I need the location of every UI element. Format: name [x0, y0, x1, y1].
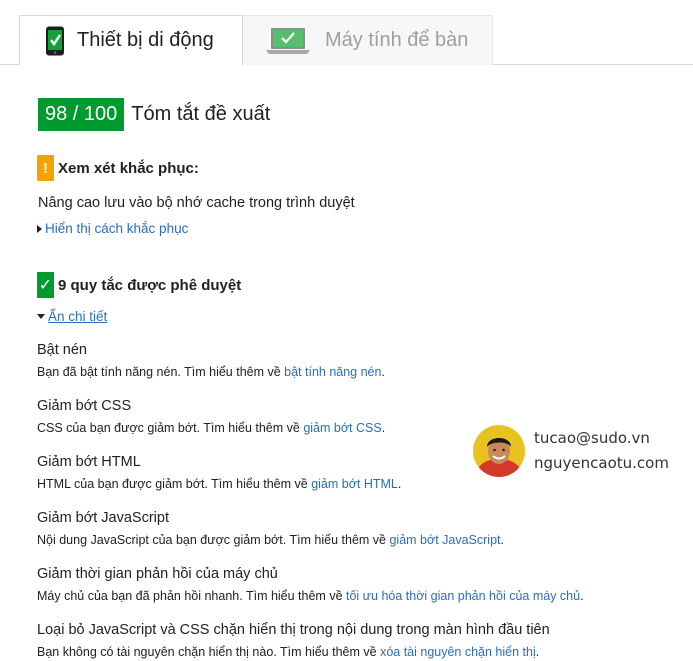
consider-fixing-label: Xem xét khắc phục: — [58, 159, 199, 177]
watermark-site: nguyencaotu.com — [534, 454, 669, 472]
score-badge: 98 / 100 — [38, 98, 125, 131]
rule-link[interactable]: bật tính năng nén — [284, 365, 381, 379]
rule-desc-text: CSS của bạn được giảm bớt. Tìm hiểu thêm… — [37, 421, 304, 435]
device-tabs: Thiết bị di động Máy tính để bàn — [0, 0, 693, 66]
rule-title: Loại bỏ JavaScript và CSS chặn hiển thị … — [37, 622, 550, 638]
tab-mobile-label: Thiết bị di động — [77, 29, 214, 51]
rule-link[interactable]: xóa tài nguyên chặn hiển thị — [380, 645, 536, 659]
passed-rules-heading: ✓ 9 quy tắc được phê duyệt — [37, 272, 241, 298]
rule-description: Bạn không có tài nguyên chặn hiển thị nà… — [37, 645, 539, 659]
rule-title: Bật nén — [37, 342, 87, 358]
score-summary: 98 / 100 Tóm tắt đề xuất — [38, 98, 270, 131]
rule-link[interactable]: giảm bớt HTML — [311, 477, 398, 491]
author-watermark: tucao@sudo.vn nguyencaotu.com — [473, 425, 693, 477]
rule-desc-text: Bạn đã bật tính năng nén. Tìm hiểu thêm … — [37, 365, 285, 379]
rule-description: Bạn đã bật tính năng nén. Tìm hiểu thêm … — [37, 365, 385, 379]
rule-desc-text: Máy chủ của bạn đã phản hồi nhanh. Tìm h… — [37, 589, 346, 603]
triangle-down-icon — [37, 314, 45, 319]
mobile-phone-icon — [45, 26, 65, 56]
rule-desc-end: . — [397, 477, 402, 491]
avatar — [473, 425, 525, 477]
rule-title: Giảm bớt JavaScript — [37, 510, 169, 526]
rule-description: CSS của bạn được giảm bớt. Tìm hiểu thêm… — [37, 421, 385, 435]
show-fix-toggle[interactable]: Hiển thị cách khắc phục — [37, 221, 188, 236]
rule-desc-end: . — [381, 365, 385, 379]
rule-description: Nội dung JavaScript của bạn được giảm bớ… — [37, 533, 504, 547]
rule-desc-text: Bạn không có tài nguyên chặn hiển thị nà… — [37, 645, 381, 659]
tab-desktop-label: Máy tính để bàn — [325, 29, 469, 51]
tab-mobile[interactable]: Thiết bị di động — [19, 15, 243, 66]
rule-title: Giảm bớt CSS — [37, 398, 132, 414]
tab-desktop[interactable]: Máy tính để bàn — [243, 15, 493, 65]
rule-title: Giảm thời gian phản hồi của máy chủ — [37, 566, 278, 582]
rule-link[interactable]: tối ưu hóa thời gian phản hồi của máy ch… — [346, 589, 580, 603]
hide-details-label: Ẩn chi tiết — [48, 309, 108, 324]
rule-desc-end: . — [381, 421, 386, 435]
triangle-right-icon — [37, 224, 42, 233]
rule-desc-text: Nội dung JavaScript của bạn được giảm bớ… — [37, 533, 390, 547]
warning-icon: ! — [37, 155, 54, 181]
rule-description: HTML của bạn được giảm bớt. Tìm hiểu thê… — [37, 477, 401, 491]
rule-link[interactable]: giảm bớt CSS — [303, 421, 381, 435]
rule-title: Giảm bớt HTML — [37, 454, 141, 470]
passed-rules-label: 9 quy tắc được phê duyệt — [58, 276, 242, 294]
checkmark-icon: ✓ — [37, 272, 54, 298]
hide-details-toggle[interactable]: Ẩn chi tiết — [37, 309, 107, 324]
rule-desc-end: . — [500, 533, 504, 547]
rule-link[interactable]: giảm bớt JavaScript — [389, 533, 500, 547]
watermark-email: tucao@sudo.vn — [534, 429, 650, 447]
rule-desc-end: . — [580, 589, 584, 603]
consider-fixing-item: Nâng cao lưu vào bộ nhớ cache trong trìn… — [38, 195, 355, 211]
summary-title: Tóm tắt đề xuất — [131, 103, 271, 125]
consider-fixing-heading: ! Xem xét khắc phục: — [37, 155, 199, 181]
rule-description: Máy chủ của bạn đã phản hồi nhanh. Tìm h… — [37, 589, 584, 603]
rule-desc-end: . — [535, 645, 540, 659]
laptop-icon — [265, 27, 311, 55]
rule-desc-text: HTML của bạn được giảm bớt. Tìm hiểu thê… — [37, 477, 312, 491]
show-fix-label: Hiển thị cách khắc phục — [45, 221, 189, 236]
